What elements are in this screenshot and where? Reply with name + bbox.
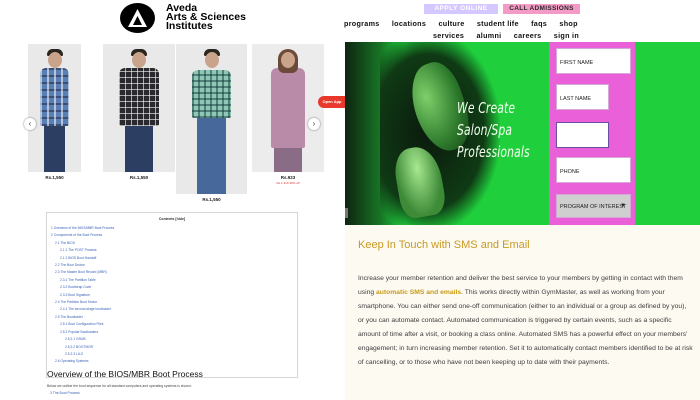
screen: Rs.1,550 Rs.1,550 Rs.1,550 Rs.923 Rs.1,3… xyxy=(0,0,700,400)
scroll-handle[interactable] xyxy=(345,208,348,218)
sms-emails-link[interactable]: automatic SMS and emails xyxy=(376,289,461,296)
toc-link[interactable]: 2.5.2 Popular Bootloaders xyxy=(51,329,293,336)
product-card[interactable]: Rs.1,550 xyxy=(176,44,247,202)
sms-section-heading: Keep In Touch with SMS and Email xyxy=(358,239,530,251)
main-nav: programs locations culture student life … xyxy=(344,19,578,28)
product-price: Rs.1,550 xyxy=(45,175,64,180)
nav-item-programs[interactable]: programs xyxy=(344,19,380,28)
product-carousel: Rs.1,550 Rs.1,550 Rs.1,550 Rs.923 Rs.1,3… xyxy=(24,44,324,204)
sms-body-text: . This works directly within GymMaster, … xyxy=(358,289,693,366)
product-price: Rs.1,550 xyxy=(129,175,149,180)
toc-link[interactable]: 2.4 The Partition Boot Sector xyxy=(51,299,293,306)
table-of-contents: Contents [hide] 1 Overview of the BIOS/M… xyxy=(46,212,298,378)
aveda-logo-icon[interactable] xyxy=(120,3,155,33)
logo-wordmark[interactable]: Aveda Arts & Sciences Institutes xyxy=(166,3,246,32)
program-select-value: PROGRAM OF INTEREST xyxy=(560,204,627,210)
call-admissions-button[interactable]: CALL ADMISSIONS xyxy=(503,4,580,14)
phone-field[interactable]: PHONE xyxy=(556,157,631,183)
nav-item-alumni[interactable]: alumni xyxy=(477,31,502,40)
first-name-field[interactable]: FIRST NAME xyxy=(556,48,631,74)
toc-link[interactable]: 2.5 The Bootloader xyxy=(51,314,293,321)
nav-item-locations[interactable]: locations xyxy=(392,19,426,28)
toc-link[interactable]: 2.2 The Boot Device xyxy=(51,262,293,269)
nav-item-careers[interactable]: careers xyxy=(514,31,542,40)
last-name-field[interactable]: LAST NAME xyxy=(556,84,609,110)
product-image[interactable] xyxy=(28,44,81,172)
toc-link[interactable]: 2.5.2.2 BOOTMGR xyxy=(51,344,293,351)
nav-item-faqs[interactable]: faqs xyxy=(531,19,547,28)
toc-link[interactable]: 2.3.1 The Partition Table xyxy=(51,277,293,284)
site-header: Aveda Arts & Sciences Institutes APPLY O… xyxy=(0,0,700,42)
product-card[interactable]: Rs.1,550 xyxy=(103,44,175,180)
nav-item-shop[interactable]: shop xyxy=(559,19,577,28)
article-snippet: Below we outline the boot sequence for a… xyxy=(47,384,192,388)
hero-banner: We Create Salon/Spa Professionals xyxy=(345,42,700,225)
toc-link[interactable]: 2.6 Operating Systems xyxy=(51,358,293,365)
tagline-line: We Create xyxy=(457,99,516,117)
sms-section-body: Increase your member retention and deliv… xyxy=(358,272,694,370)
article-heading: Overview of the BIOS/MBR Boot Process xyxy=(47,369,203,379)
toc-link[interactable]: 2.1.1 The POST Process xyxy=(51,247,293,254)
apply-online-button[interactable]: APPLY ONLINE xyxy=(424,4,498,14)
toc-link[interactable]: 2.3 The Master Boot Record (MBR) xyxy=(51,269,293,276)
product-discount: Rs.1,319 30% off xyxy=(276,181,300,185)
product-price: Rs.923 xyxy=(280,175,296,180)
logo-line: Institutes xyxy=(166,20,213,32)
tagline-line: Salon/Spa xyxy=(457,121,513,139)
product-card[interactable]: Rs.1,550 xyxy=(28,44,81,180)
tagline-line: Professionals xyxy=(457,143,530,161)
open-app-button[interactable]: Open App xyxy=(318,96,345,108)
carousel-next-button[interactable]: › xyxy=(308,118,320,130)
toc-link[interactable]: 3 The Boot Process xyxy=(50,391,80,395)
toc-link[interactable]: 2.3.2 Bootstrap Code xyxy=(51,284,293,291)
toc-link[interactable]: 2.5.2.3 LILO xyxy=(51,351,293,358)
toc-link[interactable]: 2.3.3 Boot Signature xyxy=(51,292,293,299)
chevron-down-icon: ▼ xyxy=(620,203,626,209)
product-image[interactable] xyxy=(176,44,247,194)
toc-link[interactable]: 2.1 The BIOS xyxy=(51,240,293,247)
secondary-nav: services alumni careers sign in xyxy=(433,31,579,40)
toc-title[interactable]: Contents [hide] xyxy=(51,217,293,221)
program-select[interactable]: PROGRAM OF INTEREST ▼ xyxy=(556,194,631,218)
lead-form: FIRST NAME LAST NAME PHONE PROGRAM OF IN… xyxy=(549,42,635,225)
toc-link[interactable]: 2.1.2 BIOS Boot Handoff xyxy=(51,255,293,262)
right-pane: We Create Salon/Spa Professionals FIRST … xyxy=(345,42,700,400)
nav-item-student-life[interactable]: student life xyxy=(477,19,519,28)
left-pane: Rs.1,550 Rs.1,550 Rs.1,550 Rs.923 Rs.1,3… xyxy=(0,0,345,400)
product-price: Rs.1,550 xyxy=(202,197,221,202)
product-image[interactable] xyxy=(103,44,175,172)
toc-link[interactable]: 2 Components of the Boot Process xyxy=(51,232,293,239)
toc-link[interactable]: 2.5.2.1 GRUB xyxy=(51,336,293,343)
nav-item-culture[interactable]: culture xyxy=(438,19,464,28)
nav-item-services[interactable]: services xyxy=(433,31,464,40)
toc-link[interactable]: 2.4.1 The second-stage bootloader xyxy=(51,306,293,313)
product-card[interactable]: Rs.923 Rs.1,319 30% off xyxy=(252,44,324,185)
toc-link[interactable]: 2.5.1 Boot Configuration Files xyxy=(51,321,293,328)
email-field[interactable] xyxy=(556,122,609,148)
toc-link[interactable]: 1 Overview of the BIOS/MBR Boot Process xyxy=(51,225,293,232)
hero-tagline: We Create Salon/Spa Professionals xyxy=(457,97,530,163)
carousel-prev-button[interactable]: ‹ xyxy=(24,118,36,130)
product-image[interactable] xyxy=(252,44,324,172)
nav-item-sign-in[interactable]: sign in xyxy=(554,31,579,40)
